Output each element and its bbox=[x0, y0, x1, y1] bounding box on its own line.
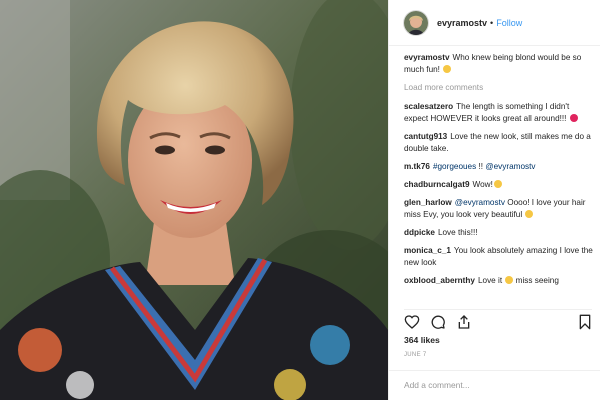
comment-item: m.tk76 #gorgeoues !! @evyramostv bbox=[404, 161, 594, 173]
comment-icon[interactable] bbox=[430, 314, 446, 330]
comment-username[interactable]: m.tk76 bbox=[404, 162, 430, 171]
heart-emoji-icon bbox=[569, 114, 578, 122]
add-comment-bar bbox=[389, 370, 600, 400]
comment-item: ddpicke Love this!!! bbox=[404, 227, 594, 239]
caption-username[interactable]: evyramostv bbox=[404, 53, 450, 62]
comment-item: chadburncalgat9 Wow! bbox=[404, 179, 594, 191]
instagram-post: evyramostv • Follow evyramostv Who knew b… bbox=[0, 0, 600, 400]
comment-item: oxblood_abernthy Love it miss seeing bbox=[404, 275, 594, 287]
post-date[interactable]: JUNE 7 bbox=[404, 352, 426, 358]
mention-link[interactable]: @evyramostv bbox=[485, 162, 535, 171]
heart-icon[interactable] bbox=[404, 314, 420, 330]
action-bar bbox=[404, 309, 592, 334]
add-comment-input[interactable] bbox=[404, 380, 584, 390]
caption: evyramostv Who knew being blond would be … bbox=[404, 52, 594, 76]
bookmark-icon[interactable] bbox=[578, 314, 592, 330]
comment-username[interactable]: monica_c_1 bbox=[404, 246, 451, 255]
load-more-comments[interactable]: Load more comments bbox=[404, 82, 594, 94]
comment-username[interactable]: scalesatzero bbox=[404, 102, 453, 111]
comment-item: glen_harlow @evyramostv Oooo! I love your… bbox=[404, 197, 594, 221]
smile-emoji-icon bbox=[525, 210, 534, 218]
post-sidebar: evyramostv • Follow evyramostv Who knew b… bbox=[388, 0, 600, 400]
comments-list: evyramostv Who knew being blond would be … bbox=[404, 52, 594, 304]
post-photo[interactable] bbox=[0, 0, 388, 400]
username[interactable]: evyramostv bbox=[437, 18, 487, 28]
comment-username[interactable]: ddpicke bbox=[404, 228, 435, 237]
heart-eyes-emoji-icon bbox=[493, 180, 502, 188]
follow-button[interactable]: Follow bbox=[496, 18, 522, 28]
portrait-image bbox=[0, 0, 388, 400]
comment-text: Love this!!! bbox=[437, 228, 478, 237]
comment-text-continued: miss seeing bbox=[515, 276, 559, 285]
comment-item: monica_c_1 You look absolutely amazing I … bbox=[404, 245, 594, 269]
mention-link[interactable]: @evyramostv bbox=[455, 198, 505, 207]
post-header: evyramostv • Follow bbox=[389, 0, 600, 46]
comment-username[interactable]: oxblood_abernthy bbox=[404, 276, 475, 285]
comment-username[interactable]: chadburncalgat9 bbox=[404, 180, 470, 189]
comment-text: !! bbox=[476, 162, 486, 171]
comment-text: Wow! bbox=[472, 180, 493, 189]
comment-text: Love it bbox=[477, 276, 503, 285]
comment-item: scalesatzero The length is something I di… bbox=[404, 101, 594, 125]
avatar[interactable] bbox=[404, 10, 428, 35]
comment-username[interactable]: glen_harlow bbox=[404, 198, 452, 207]
separator-dot: • bbox=[490, 17, 494, 28]
likes-count[interactable]: 364 likes bbox=[404, 335, 440, 345]
comment-username[interactable]: cantutg913 bbox=[404, 132, 447, 141]
laughing-emoji-icon bbox=[443, 65, 452, 73]
hashtag-link[interactable]: #gorgeoues bbox=[433, 162, 476, 171]
comment-item: cantutg913 Love the new look, still makes… bbox=[404, 131, 594, 155]
share-icon[interactable] bbox=[456, 314, 472, 330]
heart-eyes-emoji-icon bbox=[505, 276, 514, 284]
